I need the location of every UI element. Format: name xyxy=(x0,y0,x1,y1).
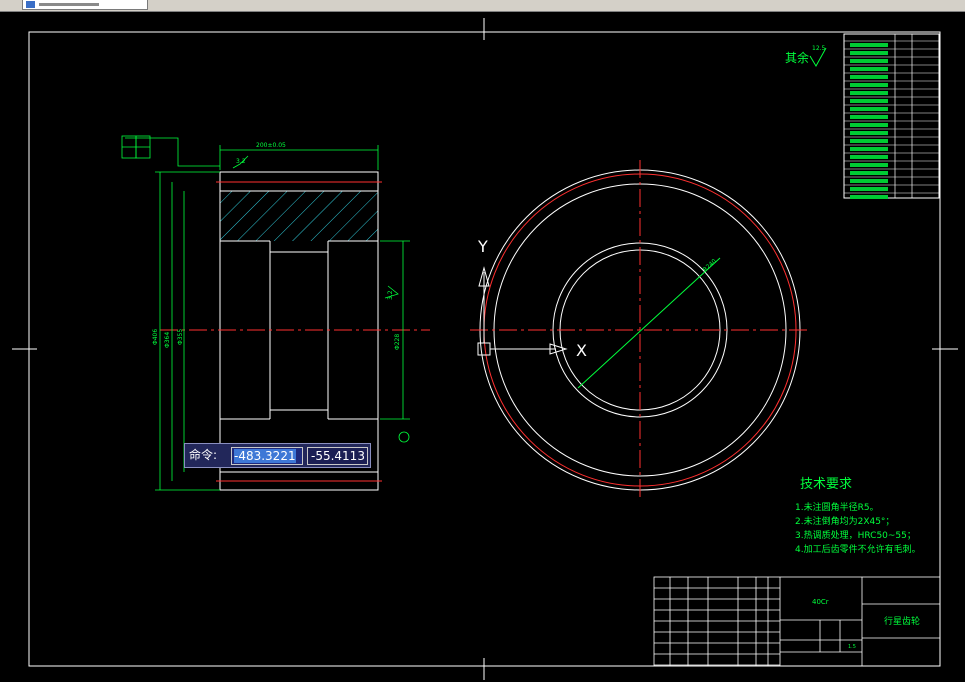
title-block-material: 40Cr xyxy=(812,598,829,606)
tech-req-item: 4.加工后齿零件不允许有毛刺。 xyxy=(795,543,921,555)
dim-radius: R240 xyxy=(702,258,718,274)
roughness-note-text: 其余 xyxy=(785,50,809,65)
hatch-area-top xyxy=(220,191,378,241)
roughness-note-value: 12.5 xyxy=(812,45,826,52)
dim-roughness-side: 3.2 xyxy=(387,290,394,300)
title-block-scale: 1.5 xyxy=(848,644,856,650)
tech-req-title: 技术要求 xyxy=(800,477,852,492)
coordinate-y-input[interactable]: -55.4113 xyxy=(307,447,368,465)
ucs-icon xyxy=(477,266,568,356)
dim-roughness-top: 3.2 xyxy=(236,158,246,165)
tech-req-item: 2.未注倒角均为2X45°； xyxy=(795,515,894,527)
document-tab[interactable] xyxy=(22,0,148,10)
side-view: R240 xyxy=(470,160,810,500)
dim-overall-width: 200±0.05 xyxy=(256,142,286,149)
coordinate-x-input[interactable]: -483.3221 xyxy=(231,447,303,465)
roughness-note: 其余 12.5 xyxy=(785,45,827,67)
title-block-part-name: 行星齿轮 xyxy=(884,615,920,627)
command-label: 命令: xyxy=(189,448,218,462)
parameter-table xyxy=(843,33,940,199)
title-bar xyxy=(0,0,965,12)
cad-file-icon xyxy=(26,1,35,8)
dim-dia-b: Φ355 xyxy=(177,329,184,345)
tech-req-item: 1.未注圆角半径R5。 xyxy=(795,501,879,513)
technical-requirements: 技术要求 1.未注圆角半径R5。 2.未注倒角均为2X45°； 3.热调质处理，… xyxy=(795,477,921,555)
tech-req-item: 3.热调质处理，HRC50~55； xyxy=(795,529,916,541)
ucs-x-label: X xyxy=(576,341,587,360)
drawing-canvas[interactable]: 其余 12.5 200±0.05 3.2 Φ406 Φ364 Φ355 Φ228… xyxy=(0,12,965,682)
dynamic-input-box[interactable]: 命令: -483.3221 -55.4113 xyxy=(184,443,371,468)
coordinate-x-value: -483.3221 xyxy=(234,449,296,463)
dim-dia-a: Φ364 xyxy=(164,332,171,348)
section-dimensions xyxy=(121,135,410,491)
drawing-border xyxy=(28,31,941,667)
dim-diameter-main: Φ406 xyxy=(152,329,159,345)
dim-bore-dia: Φ228 xyxy=(394,334,401,350)
document-tab-label xyxy=(39,3,99,6)
ucs-y-label: Y xyxy=(477,237,488,256)
section-dimension-text: 200±0.05 3.2 Φ406 Φ364 Φ355 Φ228 3.2 xyxy=(152,142,401,350)
